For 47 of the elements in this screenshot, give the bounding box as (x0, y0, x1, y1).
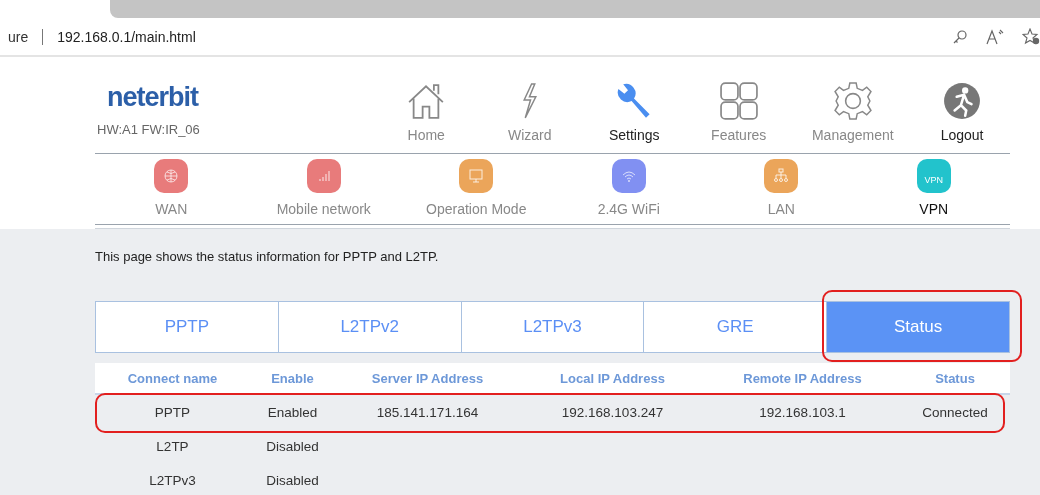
logo: neterbit (107, 81, 198, 113)
category-item[interactable]: Mobile network (247, 159, 400, 217)
tab[interactable]: GRE (644, 301, 828, 353)
home-icon (408, 83, 445, 119)
table-cell: 185.141.171.164 (376, 404, 479, 420)
table-cell: L2TP (156, 438, 189, 454)
table-cell: L2TPv3 (149, 472, 196, 488)
tab[interactable]: L2TPv2 (278, 301, 462, 353)
grid-icon (719, 82, 758, 120)
security-indicator[interactable]: ure (0, 28, 29, 45)
tab[interactable]: Status (827, 301, 1010, 353)
column-header: Remote IP Address (742, 370, 863, 386)
category-item[interactable]: 2.4G WiFi (552, 159, 705, 217)
read-aloud-icon[interactable] (986, 28, 1004, 45)
table-cell: 192.168.103.1 (759, 404, 846, 420)
table-cell: Disabled (266, 438, 319, 454)
nav-item[interactable]: Home (375, 81, 477, 143)
column-header: Status (934, 370, 976, 386)
nav-item[interactable]: Wizard (477, 81, 583, 143)
nav-item[interactable]: Management (791, 81, 915, 143)
address-field[interactable]: 192.168.0.1/main.html (57, 28, 196, 45)
column-header: Local IP Address (559, 370, 666, 386)
column-header: Server IP Address (370, 370, 485, 386)
column-header: Connect name (126, 370, 219, 386)
table-cell: PPTP (154, 404, 191, 420)
table-cell: Disabled (266, 472, 319, 488)
favorite-icon[interactable] (1022, 27, 1040, 46)
tab[interactable]: L2TPv3 (461, 301, 645, 353)
nav-item[interactable]: Logout (914, 81, 1010, 143)
category-item[interactable]: VPN VPN (857, 159, 1010, 217)
lightning-icon (522, 83, 537, 119)
tab[interactable]: PPTP (95, 301, 279, 353)
category-item[interactable]: Operation Mode (400, 159, 553, 217)
table-cell: 192.168.103.247 (561, 404, 664, 420)
category-item[interactable]: WAN (95, 159, 248, 217)
table-cell: Connected (922, 404, 988, 420)
version-text: HW:A1 FW:IR_06 (97, 122, 200, 137)
description-text: This page shows the status information for PPTP and L2TP. (95, 249, 440, 266)
column-header: Enable (270, 370, 315, 386)
gear-icon (833, 82, 872, 120)
nav-item[interactable]: Features (686, 81, 792, 143)
table-cell: Enabled (267, 404, 318, 420)
wrench-icon (617, 83, 652, 119)
vpn-icon: VPN (916, 159, 951, 193)
running-person-icon (943, 82, 982, 120)
category-item[interactable]: LAN (705, 159, 858, 217)
nav-item[interactable]: Settings (582, 81, 686, 143)
